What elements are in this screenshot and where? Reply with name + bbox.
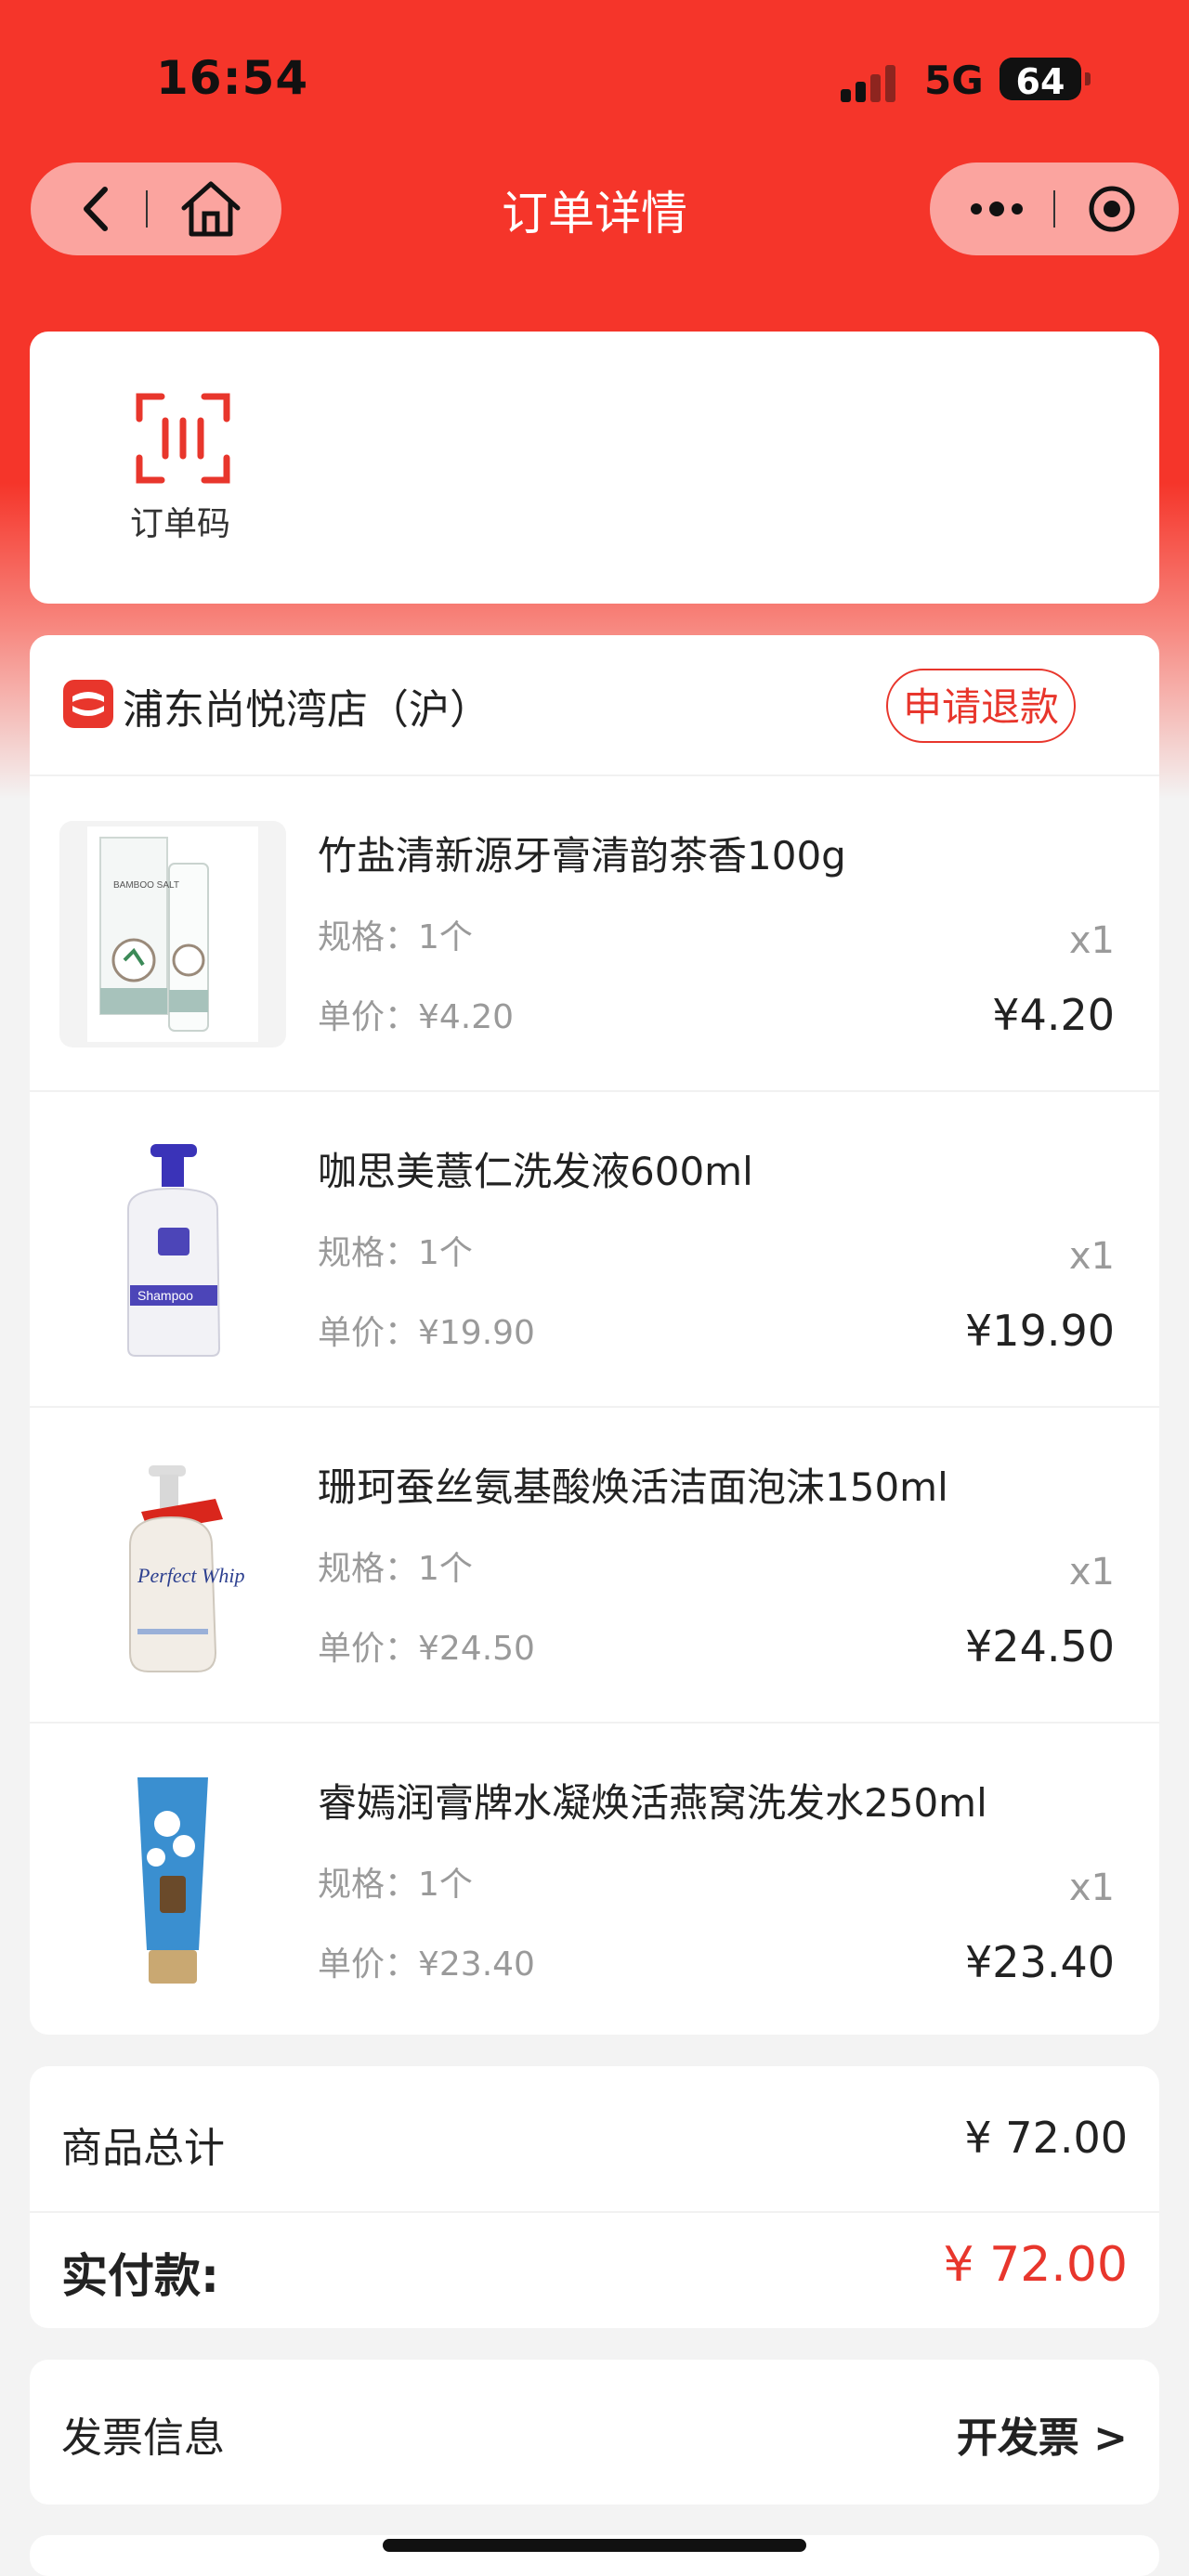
status-bar: 16:54 5G 64 bbox=[0, 0, 1189, 158]
target-icon bbox=[1089, 186, 1135, 232]
item-spec: 规格：1个 bbox=[318, 1866, 473, 1904]
item-spec: 规格：1个 bbox=[318, 918, 473, 956]
divider bbox=[30, 1722, 1159, 1724]
order-item[interactable]: BAMBOO SALT 竹盐清新源牙膏清韵茶香100g 规格：1个 单价：¥4.… bbox=[30, 802, 1159, 1118]
network-type: 5G bbox=[924, 58, 984, 103]
store-icon bbox=[63, 680, 113, 728]
paid-row: 实付款: ¥ 72.00 bbox=[30, 2213, 1159, 2328]
item-quantity: x1 bbox=[1068, 1867, 1115, 1909]
invoice-label: 发票信息 bbox=[61, 2414, 225, 2462]
goods-total-row: 商品总计 ¥ 72.00 bbox=[30, 2066, 1159, 2211]
paid-label: 实付款: bbox=[61, 2249, 219, 2303]
item-quantity: x1 bbox=[1068, 919, 1115, 962]
item-spec: 规格：1个 bbox=[318, 1550, 473, 1588]
more-icon bbox=[971, 202, 1023, 216]
scan-code-icon bbox=[136, 393, 230, 484]
order-item[interactable]: Shampoo 咖思美薏仁洗发液600ml 规格：1个 单价：¥19.90 x1… bbox=[30, 1118, 1159, 1434]
battery-level: 64 bbox=[1015, 61, 1065, 102]
order-item[interactable]: Perfect Whip 珊珂蚕丝氨基酸焕活洁面泡沫150ml 规格：1个 单价… bbox=[30, 1434, 1159, 1750]
goods-total-value: ¥ 72.00 bbox=[964, 2113, 1128, 2163]
store-name: 浦东尚悦湾店（沪） bbox=[123, 686, 490, 734]
home-indicator bbox=[383, 2539, 806, 2552]
battery-icon: 64 bbox=[1000, 58, 1091, 102]
item-price: ¥24.50 bbox=[965, 1621, 1115, 1672]
item-unit-price: 单价：¥23.40 bbox=[318, 1945, 535, 1984]
item-name: 珊珂蚕丝氨基酸焕活洁面泡沫150ml bbox=[318, 1464, 948, 1510]
item-price: ¥4.20 bbox=[992, 990, 1115, 1040]
item-quantity: x1 bbox=[1068, 1235, 1115, 1278]
order-code-label: 订单码 bbox=[129, 505, 230, 543]
refund-button[interactable]: 申请退款 bbox=[886, 669, 1076, 743]
item-name: 竹盐清新源牙膏清韵茶香100g bbox=[318, 833, 846, 878]
item-unit-price: 单价：¥4.20 bbox=[318, 998, 515, 1036]
item-price: ¥23.40 bbox=[965, 1937, 1115, 1987]
item-spec: 规格：1个 bbox=[318, 1234, 473, 1272]
nav-capsule-right bbox=[930, 163, 1179, 255]
product-image-hair-wash bbox=[59, 1768, 286, 1995]
product-brand-text: BAMBOO SALT bbox=[113, 880, 179, 891]
more-button[interactable] bbox=[948, 163, 1045, 255]
issue-invoice-link[interactable]: 开发票 > bbox=[957, 2404, 1128, 2464]
item-unit-price: 单价：¥24.50 bbox=[318, 1630, 535, 1668]
product-image-cleanser: Perfect Whip bbox=[59, 1452, 286, 1679]
product-brand-text: Perfect Whip bbox=[137, 1564, 244, 1587]
store-header: 浦东尚悦湾店（沪） 申请退款 bbox=[30, 635, 1159, 774]
product-brand-text: Shampoo bbox=[137, 1288, 193, 1303]
invoice-row[interactable]: 发票信息 开发票 > bbox=[30, 2360, 1159, 2504]
item-name: 睿嫣润膏牌水凝焕活燕窝洗发水250ml bbox=[318, 1780, 987, 1826]
item-unit-price: 单价：¥19.90 bbox=[318, 1314, 535, 1352]
paid-value: ¥ 72.00 bbox=[943, 2237, 1128, 2293]
store-order-card: 浦东尚悦湾店（沪） 申请退款 BAMBOO SALT 竹盐清新源牙膏清韵茶香10… bbox=[30, 635, 1159, 2035]
product-image-toothpaste: BAMBOO SALT bbox=[59, 821, 286, 1047]
divider bbox=[30, 1406, 1159, 1408]
order-total-card: 商品总计 ¥ 72.00 实付款: ¥ 72.00 bbox=[30, 2066, 1159, 2328]
signal-icon bbox=[841, 63, 906, 102]
order-item[interactable]: 睿嫣润膏牌水凝焕活燕窝洗发水250ml 规格：1个 单价：¥23.40 x1 ¥… bbox=[30, 1750, 1159, 2065]
order-code-card: 订单码 bbox=[30, 332, 1159, 604]
divider bbox=[30, 1090, 1159, 1092]
goods-total-label: 商品总计 bbox=[61, 2125, 225, 2172]
divider bbox=[30, 774, 1159, 776]
item-quantity: x1 bbox=[1068, 1551, 1115, 1594]
close-miniapp-button[interactable] bbox=[1064, 163, 1160, 255]
item-price: ¥19.90 bbox=[965, 1306, 1115, 1356]
order-code-button[interactable] bbox=[132, 387, 234, 489]
item-name: 咖思美薏仁洗发液600ml bbox=[318, 1149, 753, 1194]
status-time: 16:54 bbox=[156, 51, 309, 105]
product-image-shampoo: Shampoo bbox=[59, 1137, 286, 1363]
